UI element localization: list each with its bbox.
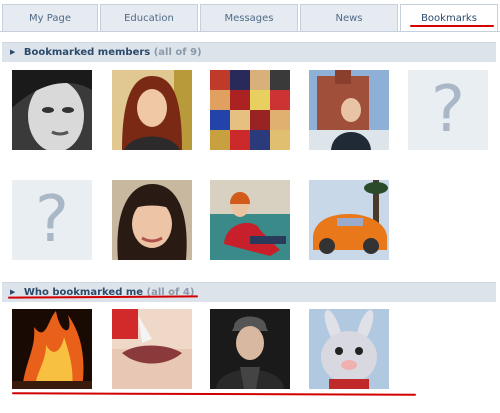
tab-my-page[interactable]: My Page xyxy=(2,4,98,32)
member-photo-placeholder[interactable]: ? xyxy=(12,180,92,260)
expand-arrow-icon: ▶ xyxy=(10,48,16,56)
member-photo[interactable] xyxy=(309,309,389,389)
tab-news[interactable]: News xyxy=(300,4,398,32)
tab-messages[interactable]: Messages xyxy=(200,4,298,32)
tab-education[interactable]: Education xyxy=(100,4,198,32)
member-photo[interactable] xyxy=(210,309,290,389)
member-photo[interactable] xyxy=(12,70,92,150)
section-title: Bookmarked members xyxy=(23,47,151,58)
who-bookmarked-me-header[interactable]: ▶ Who bookmarked me (all of 4) xyxy=(2,282,496,302)
member-photo[interactable] xyxy=(210,70,290,150)
expand-arrow-icon: ▶ xyxy=(10,288,16,296)
section-count-link[interactable]: (all of 9) xyxy=(154,47,202,58)
tab-bookmarks[interactable]: Bookmarks xyxy=(400,4,498,32)
member-photo[interactable] xyxy=(309,180,389,260)
member-photo[interactable] xyxy=(112,70,192,150)
annotation-underline xyxy=(410,25,494,27)
question-mark-icon: ? xyxy=(35,183,69,257)
member-photo[interactable] xyxy=(210,180,290,260)
annotation-underline xyxy=(11,392,417,396)
tab-divider xyxy=(0,31,500,32)
question-mark-icon: ? xyxy=(431,73,465,147)
member-photo[interactable] xyxy=(309,70,389,150)
member-photo[interactable] xyxy=(112,180,192,260)
bookmarked-members-header[interactable]: ▶ Bookmarked members (all of 9) xyxy=(2,42,496,62)
tab-bar: My Page Education Messages News Bookmark… xyxy=(0,0,500,34)
member-photo-placeholder[interactable]: ? xyxy=(408,70,488,150)
member-photo[interactable] xyxy=(112,309,192,389)
member-photo[interactable] xyxy=(12,309,92,389)
